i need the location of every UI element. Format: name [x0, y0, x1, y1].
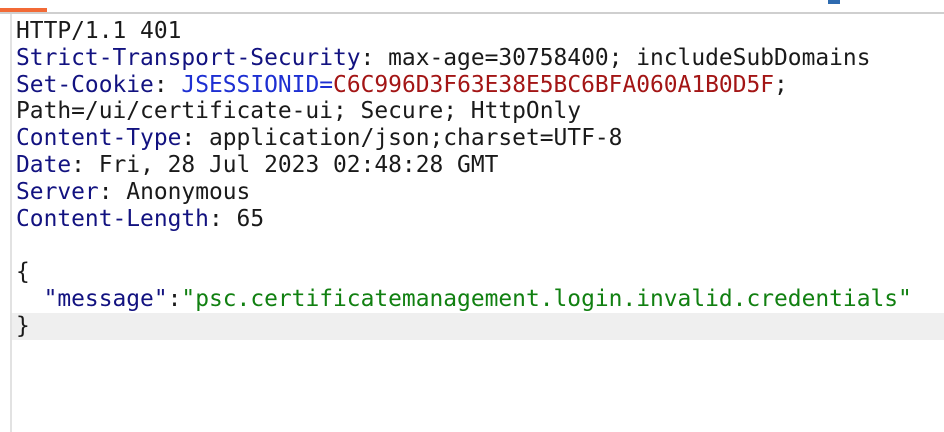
header-line: Content-Type: application/json;charset=U… — [16, 125, 623, 152]
tab-bar-divider — [0, 12, 944, 14]
header-name: Set-Cookie — [16, 71, 154, 98]
cookie-attributes-line: Path=/ui/certificate-ui; Secure; HttpOnl… — [12, 98, 944, 125]
header-value: Anonymous — [126, 178, 251, 205]
header-name: Strict-Transport-Security — [16, 44, 361, 71]
header-line: Strict-Transport-Security: max-age=30758… — [16, 44, 871, 71]
header-line: Content-Length: 65 — [16, 205, 265, 232]
cookie-value: C6C996D3F63E38E5BC6BFA060A1B0D5F — [333, 71, 775, 98]
response-editor[interactable]: HTTP/1.1 401 Strict-Transport-Security: … — [12, 18, 944, 340]
cookie-name: JSESSIONID — [181, 71, 320, 98]
header-line: Date: Fri, 28 Jul 2023 02:48:28 GMT — [16, 151, 499, 178]
header-name: Content-Type — [16, 125, 182, 152]
cookie-attributes: Path=/ui/certificate-ui; Secure; HttpOnl… — [16, 98, 582, 125]
header-value: application/json;charset=UTF-8 — [208, 125, 623, 152]
view-toggle-icon[interactable] — [828, 0, 840, 4]
header-line: Server: Anonymous — [16, 178, 251, 205]
status-line: HTTP/1.1 401 — [12, 18, 944, 45]
json-open-brace: { — [12, 259, 944, 286]
open-brace: { — [16, 259, 30, 286]
header-name: Server — [16, 178, 99, 205]
json-key: "message" — [43, 285, 168, 312]
header-line-set-cookie: Set-Cookie: JSESSIONID=C6C996D3F63E38E5B… — [16, 71, 788, 98]
header-name: Content-Length — [16, 205, 209, 232]
status-line-text: HTTP/1.1 401 — [16, 18, 182, 44]
close-brace: } — [16, 312, 30, 339]
header-value: Fri, 28 Jul 2023 02:48:28 GMT — [98, 151, 499, 178]
header-value: max-age=30758400; includeSubDomains — [388, 44, 871, 71]
json-value: "psc.certificatemanagement.login.invalid… — [181, 285, 912, 312]
header-value: 65 — [236, 205, 265, 232]
json-line: "message":"psc.certificatemanagement.log… — [43, 285, 912, 312]
header-name: Date — [16, 151, 72, 178]
json-close-brace-current-line: } — [12, 312, 944, 340]
